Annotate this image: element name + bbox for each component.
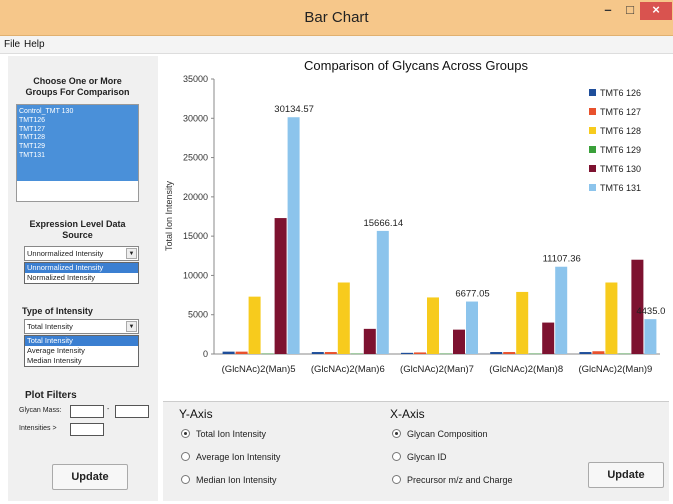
expression-source-value: Unnormalized Intensity [27,249,104,258]
intensity-type-value: Total Intensity [27,322,73,331]
list-item[interactable]: Control_TMT 130 [17,105,138,117]
menu-bar: File Help [0,36,673,54]
radio-selected-icon[interactable] [181,429,190,438]
x-option-precursor-label: Precursor m/z and Charge [407,475,513,485]
left-update-button[interactable]: Update [52,464,128,490]
y-option-total[interactable]: Total Ion Intensity [181,429,266,439]
glycan-mass-label: Glycan Mass: [19,407,62,414]
intensity-threshold-input[interactable] [70,423,104,436]
window-title: Bar Chart [304,9,369,26]
groups-selection: Control_TMT 130 TMT126 TMT127 TMT128 TMT… [17,105,138,181]
chevron-down-icon[interactable]: ▼ [126,321,137,332]
bottom-update-button[interactable]: Update [588,462,664,488]
list-item[interactable]: TMT126 [17,117,138,126]
y-axis-header: Y-Axis [179,407,213,421]
expression-source-combo[interactable]: Unnormalized Intensity ▼ [24,246,139,261]
glycan-mass-max-input[interactable] [115,405,149,418]
x-option-composition-label: Glycan Composition [407,429,488,439]
intensities-label: Intensities > [19,425,57,432]
menu-help[interactable]: Help [24,39,45,50]
menu-file[interactable]: File [4,39,20,50]
plot-filters-header: Plot Filters [25,390,77,401]
expression-header: Expression Level Data Source [16,219,139,241]
expression-header-line2: Source [62,230,93,240]
chart-title: Comparison of Glycans Across Groups [304,58,528,73]
list-item[interactable]: TMT131 [17,152,138,161]
groups-listbox[interactable]: Control_TMT 130 TMT126 TMT127 TMT128 TMT… [16,104,139,202]
chevron-down-icon[interactable]: ▼ [126,248,137,259]
dropdown-option[interactable]: Normalized Intensity [25,273,138,283]
radio-icon[interactable] [181,452,190,461]
x-option-glycan-id-label: Glycan ID [407,452,447,462]
x-axis-header: X-Axis [390,407,425,421]
y-option-total-label: Total Ion Intensity [196,429,267,439]
x-option-composition[interactable]: Glycan Composition [392,429,488,439]
y-option-median[interactable]: Median Ion Intensity [181,475,277,485]
dropdown-option[interactable]: Total Intensity [25,336,138,346]
groups-header-line2: Groups For Comparison [25,87,130,97]
x-option-precursor[interactable]: Precursor m/z and Charge [392,475,513,485]
dropdown-option[interactable]: Median Intensity [25,356,138,366]
expression-source-dropdown: Unnormalized Intensity Normalized Intens… [24,262,139,284]
mass-range-dash: - [107,406,110,413]
groups-header-line1: Choose One or More [33,76,122,86]
minimize-icon[interactable]: – [598,2,618,20]
radio-icon[interactable] [392,452,401,461]
expression-header-line1: Expression Level Data [29,219,126,229]
intensity-type-combo[interactable]: Total Intensity ▼ [24,319,139,334]
dropdown-option[interactable]: Unnormalized Intensity [25,263,138,273]
close-icon[interactable]: × [640,2,672,20]
groups-header: Choose One or More Groups For Comparison [16,76,139,98]
radio-icon[interactable] [181,475,190,484]
radio-selected-icon[interactable] [392,429,401,438]
y-option-average[interactable]: Average Ion Intensity [181,452,280,462]
intensity-type-dropdown: Total Intensity Average Intensity Median… [24,335,139,367]
title-bar: Bar Chart – □ × [0,0,673,36]
list-item[interactable]: TMT129 [17,143,138,152]
dropdown-option[interactable]: Average Intensity [25,346,138,356]
glycan-mass-min-input[interactable] [70,405,104,418]
type-of-intensity-header: Type of Intensity [22,306,93,316]
y-option-median-label: Median Ion Intensity [196,475,277,485]
list-item[interactable]: TMT127 [17,126,138,135]
maximize-icon[interactable]: □ [620,2,640,20]
chart-area [163,56,669,401]
x-option-glycan-id[interactable]: Glycan ID [392,452,447,462]
list-item[interactable]: TMT128 [17,134,138,143]
y-option-average-label: Average Ion Intensity [196,452,281,462]
radio-icon[interactable] [392,475,401,484]
